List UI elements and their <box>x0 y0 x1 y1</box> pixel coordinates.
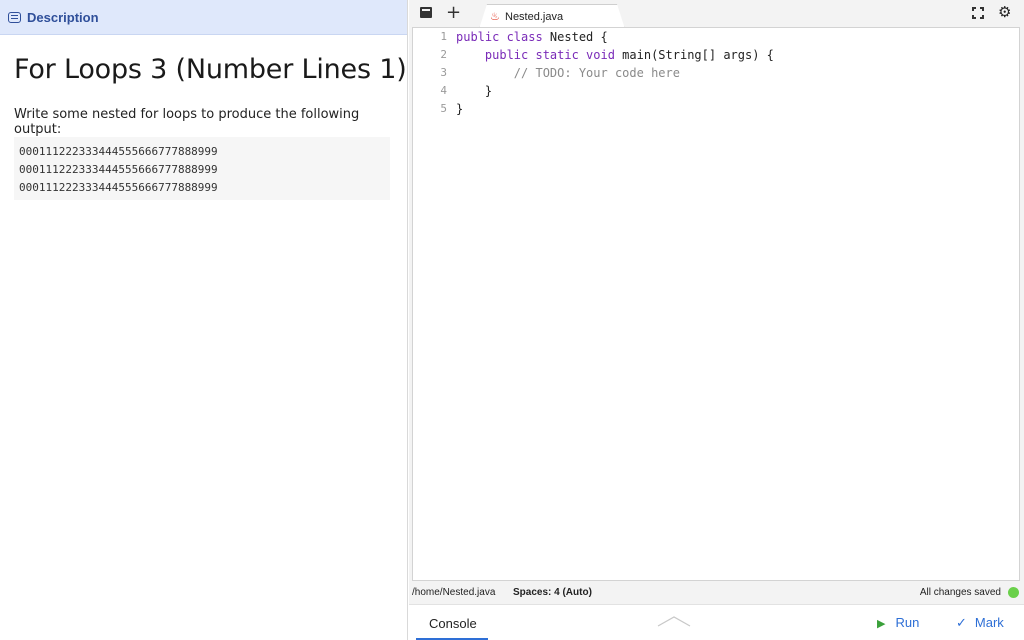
code-text: } <box>456 102 464 116</box>
editor-tab-bar: + ♨ Nested.java ⚙ <box>409 0 1024 29</box>
code-line[interactable]: 4 } <box>413 82 1019 100</box>
code-keyword: public static void <box>484 48 615 62</box>
code-text: } <box>484 84 493 98</box>
line-number: 4 <box>440 84 447 97</box>
status-bar: /home/Nested.java Spaces: 4 (Auto) All c… <box>409 583 1024 603</box>
indent-setting[interactable]: Spaces: 4 (Auto) <box>513 587 592 598</box>
output-line: 000111222333444555666777888999 <box>19 181 218 194</box>
line-number: 5 <box>440 102 447 115</box>
gear-icon[interactable]: ⚙ <box>998 3 1011 21</box>
description-tab[interactable]: Description <box>0 0 407 35</box>
description-pane: Description For Loops 3 (Number Lines 1)… <box>0 0 408 640</box>
output-line: 000111222333444555666777888999 <box>19 163 218 176</box>
mark-label: Mark <box>974 615 1004 630</box>
code-line[interactable]: 3 // TODO: Your code here <box>413 64 1019 82</box>
file-tab-label: Nested.java <box>505 11 564 23</box>
tab-console[interactable]: Console <box>416 605 488 640</box>
code-text: Nested { <box>542 30 608 44</box>
file-tab-nested-java[interactable]: ♨ Nested.java <box>479 4 625 29</box>
plus-icon[interactable]: + <box>446 2 461 23</box>
output-line: 000111222333444555666777888999 <box>19 145 218 158</box>
editor-pane: + ♨ Nested.java ⚙ 1 public class Nested … <box>409 0 1024 640</box>
file-path: /home/Nested.java <box>412 587 496 598</box>
run-label: Run <box>895 615 920 630</box>
description-icon <box>8 11 21 23</box>
line-number: 3 <box>440 66 447 79</box>
bottom-bar: Console ▶ Run ✓ Mark <box>409 604 1024 640</box>
saved-indicator-icon <box>1008 587 1019 598</box>
console-tab-label: Console <box>429 616 477 631</box>
play-icon: ▶ <box>877 618 886 630</box>
fullscreen-icon[interactable] <box>972 7 984 19</box>
code-editor[interactable]: 1 public class Nested { 2 public static … <box>412 27 1020 581</box>
expected-output: 000111222333444555666777888999 000111222… <box>14 137 390 200</box>
code-line[interactable]: 1 public class Nested { <box>413 28 1019 46</box>
code-keyword: public class <box>456 30 543 44</box>
check-icon: ✓ <box>956 615 967 630</box>
folder-icon[interactable] <box>420 7 432 18</box>
description-tab-label: Description <box>27 9 99 25</box>
java-icon: ♨ <box>490 11 500 23</box>
problem-prompt: Write some nested for loops to produce t… <box>14 107 360 137</box>
save-status: All changes saved <box>919 587 1001 598</box>
line-number: 2 <box>440 48 447 61</box>
code-line[interactable]: 5 } <box>413 100 1019 118</box>
code-line[interactable]: 2 public static void main(String[] args)… <box>413 46 1019 64</box>
chevron-up-icon[interactable] <box>657 615 691 627</box>
problem-title: For Loops 3 (Number Lines 1) <box>14 54 407 85</box>
run-button[interactable]: ▶ Run <box>877 615 919 630</box>
line-number: 1 <box>440 30 447 43</box>
mark-button[interactable]: ✓ Mark <box>956 615 1004 631</box>
code-text: main(String[] args) { <box>614 48 774 62</box>
code-comment: // TODO: Your code here <box>513 66 680 80</box>
